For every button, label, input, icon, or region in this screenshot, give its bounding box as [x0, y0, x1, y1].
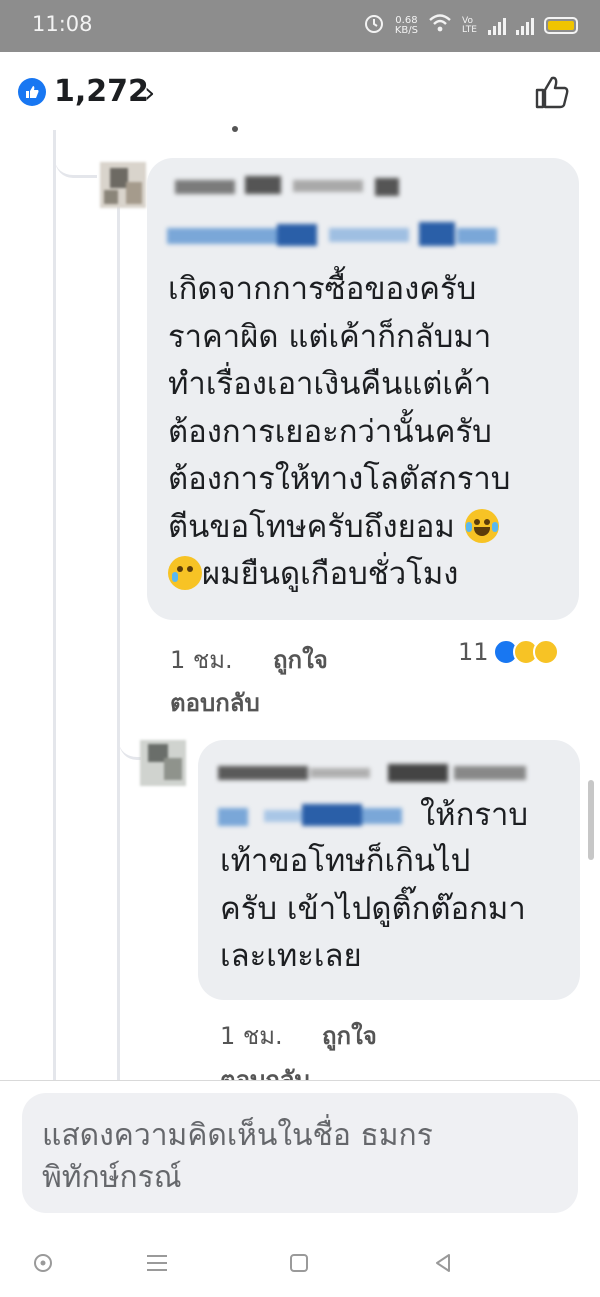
battery-icon [544, 17, 578, 34]
thread-line [53, 130, 56, 1080]
like-button[interactable]: ถูกใจ [273, 640, 328, 679]
thread-connector [55, 158, 97, 178]
comment-input[interactable]: แสดงความคิดเห็นในชื่อ ธมกร พิทักษ์กรณ์ [22, 1093, 578, 1213]
reply-timestamp: 1 ชม. [220, 1022, 283, 1050]
system-nav-bar [0, 1232, 600, 1297]
net-speed: 0.68 KB/S [394, 14, 418, 36]
status-time: 11:08 [32, 12, 93, 36]
reaction-count[interactable]: 1,272 [54, 74, 149, 109]
back-icon[interactable] [428, 1248, 458, 1278]
home-button-icon[interactable] [28, 1248, 58, 1278]
comment-composer-area: แสดงความคิดเห็นในชื่อ ธมกร พิทักษ์กรณ์ [0, 1080, 600, 1232]
reply-button[interactable]: ตอบกลับ [170, 683, 260, 722]
comment-reaction-count: 11 [458, 638, 489, 666]
volte-badge: Vo LTE [462, 15, 477, 35]
comment-input-placeholder: แสดงความคิดเห็นในชื่อ ธมกร พิทักษ์กรณ์ [42, 1118, 433, 1195]
chevron-right-icon[interactable]: › [144, 76, 155, 109]
comment-reaction-summary[interactable]: 11 [458, 638, 559, 666]
reactions-header: 1,272 › [0, 52, 600, 134]
haha-reaction-icon [532, 639, 559, 665]
avatar[interactable] [140, 740, 186, 786]
net-speed-unit: KB/S [394, 24, 418, 36]
wifi-icon [428, 13, 452, 38]
replier-name-redacted[interactable] [218, 758, 538, 788]
status-bar: 11:08 0.68 KB/S Vo LTE [0, 0, 600, 52]
cropped-text-remnant [232, 126, 238, 132]
tagged-name-redacted[interactable] [218, 800, 408, 834]
signal-icon-sim2 [516, 17, 534, 35]
battery-level [548, 21, 574, 30]
commenter-name-redacted[interactable] [175, 170, 465, 204]
like-button[interactable]: ถูกใจ [322, 1016, 377, 1055]
comment-tail: ผมยืนดูเกือบชั่วโมง [202, 556, 459, 592]
comment-text: เกิดจากการซื้อของครับ ราคาผิด แต่เค้าก็ก… [168, 266, 578, 599]
comment-body: เกิดจากการซื้อของครับ ราคาผิด แต่เค้าก็ก… [168, 271, 511, 545]
like-reaction-icon [18, 78, 46, 106]
alarm-icon [363, 12, 385, 39]
comment-timestamp: 1 ชม. [170, 646, 233, 674]
menu-icon[interactable] [142, 1248, 172, 1278]
tagged-name-redacted[interactable] [167, 220, 497, 254]
laughing-tears-emoji-icon [464, 508, 499, 543]
reply-text: เท้าขอโทษก็เกินไป ครับ เข้าไปดูติ๊กต๊อกม… [220, 843, 526, 974]
avatar[interactable] [100, 162, 146, 208]
thread-connector-nested [119, 738, 141, 760]
like-outline-button[interactable] [534, 74, 570, 114]
thread-line-nested [117, 200, 120, 1080]
pleading-emoji-icon [168, 556, 202, 590]
reply-text-first-line: ให้กราบ [420, 797, 529, 833]
signal-icon-sim1 [488, 17, 506, 35]
net-speed-value: 0.68 [395, 14, 418, 26]
recents-icon[interactable] [284, 1248, 314, 1278]
status-icons: 0.68 KB/S Vo LTE [363, 12, 578, 39]
scrollbar[interactable] [588, 780, 594, 860]
